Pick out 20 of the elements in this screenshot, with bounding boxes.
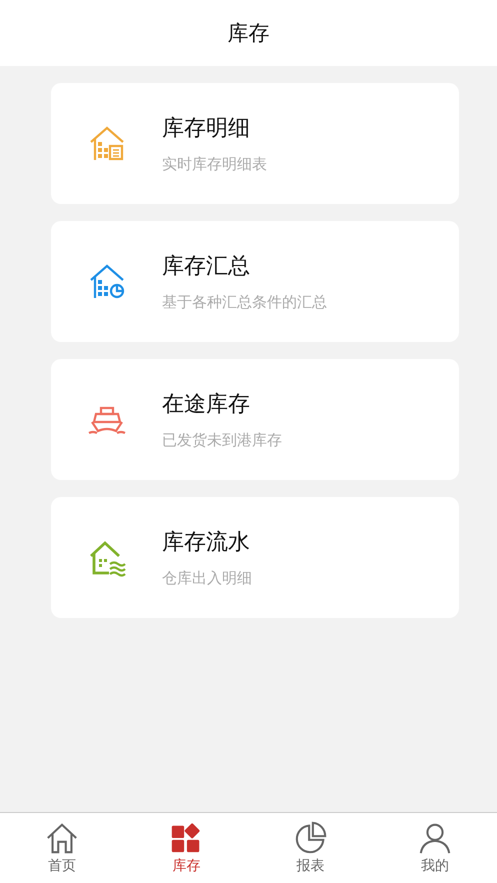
tab[interactable]: 我的 bbox=[372, 813, 497, 883]
tab[interactable]: 库存 bbox=[124, 813, 248, 883]
tab[interactable]: 报表 bbox=[248, 813, 373, 883]
card-title: 库存汇总 bbox=[162, 253, 251, 281]
menu-card[interactable]: 库存明细 实时库存明细表 bbox=[51, 83, 459, 204]
card-subtitle: 仓库出入明细 bbox=[162, 569, 252, 588]
home-icon bbox=[45, 821, 80, 855]
menu-card[interactable]: 库存流水 仓库出入明细 bbox=[51, 497, 459, 618]
card-title: 库存流水 bbox=[162, 529, 251, 557]
card-title: 在途库存 bbox=[162, 391, 251, 419]
tab[interactable]: 首页 bbox=[0, 813, 124, 883]
card-subtitle: 基于各种汇总条件的汇总 bbox=[162, 293, 327, 312]
person-icon bbox=[418, 821, 452, 855]
menu-card[interactable]: 在途库存 已发货未到港库存 bbox=[51, 359, 459, 480]
card-subtitle: 实时库存明细表 bbox=[162, 155, 267, 174]
page-title: 库存 bbox=[228, 20, 270, 47]
card-title: 库存明细 bbox=[162, 115, 251, 143]
pie-chart-icon bbox=[294, 821, 328, 855]
card-subtitle: 已发货未到港库存 bbox=[162, 431, 282, 450]
menu-card[interactable]: 库存汇总 基于各种汇总条件的汇总 bbox=[51, 221, 459, 342]
